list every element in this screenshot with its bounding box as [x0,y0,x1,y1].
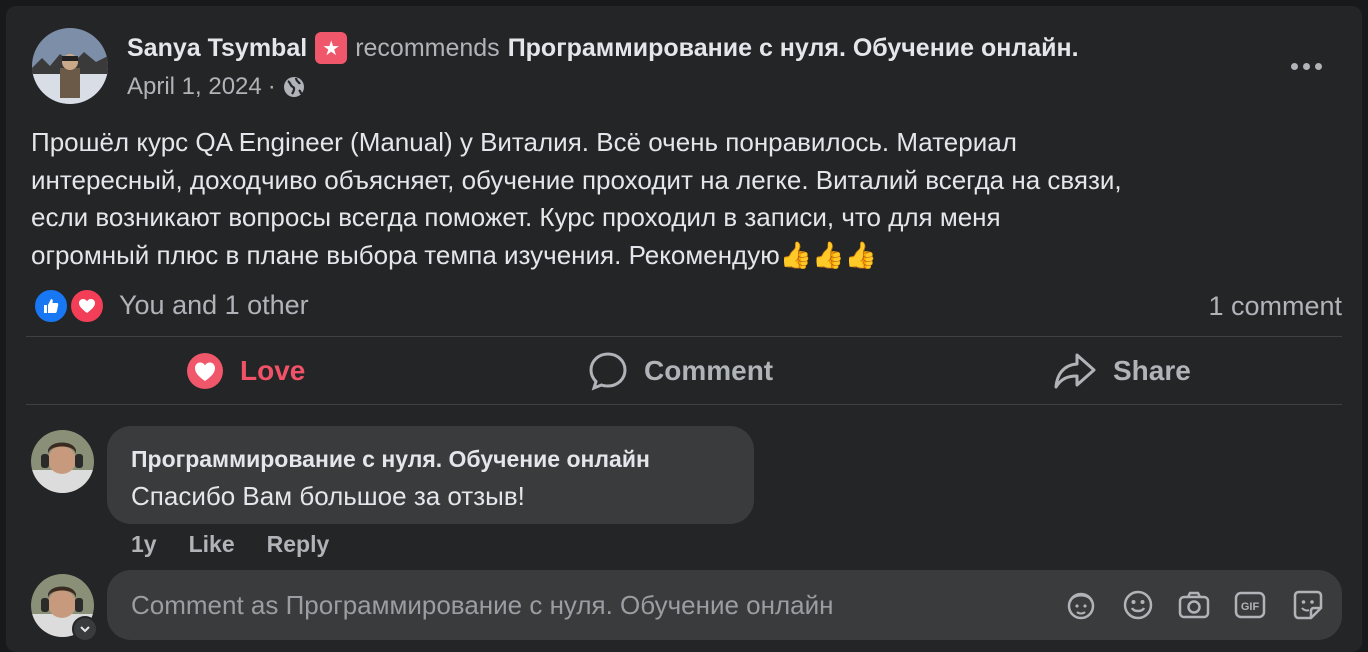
love-icon [69,288,105,324]
comment-composer[interactable]: Comment as Программирование с нуля. Обуч… [107,570,1342,640]
comment-bubble: Программирование с нуля. Обучение онлайн… [107,426,754,524]
post-card: Sanya Tsymbal ★ recommends Программирова… [6,6,1362,652]
svg-text:GIF: GIF [1241,601,1260,613]
divider-top [26,336,1342,337]
comments-count[interactable]: 1 comment [1208,291,1342,322]
like-icon [33,288,69,324]
post-header-line: Sanya Tsymbal ★ recommends Программирова… [127,28,1079,68]
camera-icon[interactable] [1176,587,1212,623]
page-name-link[interactable]: Программирование с нуля. Обучение онлайн… [508,34,1079,63]
love-label: Love [240,355,306,386]
comment-reply-button[interactable]: Reply [267,531,330,558]
author-name[interactable]: Sanya Tsymbal [127,34,307,63]
reaction-icons[interactable] [33,288,113,324]
comment-label: Comment [644,355,774,386]
comment-author[interactable]: Программирование с нуля. Обучение онлайн [131,446,650,473]
comment-text: Спасибо Вам большое за отзыв! [131,481,525,511]
date-separator: · [267,73,276,100]
share-label: Share [1113,355,1191,386]
comment-bubble-icon [588,351,628,391]
reaction-summary[interactable]: You and 1 other [119,290,309,321]
comment-like-button[interactable]: Like [189,531,235,558]
recommend-star-icon: ★ [315,32,348,64]
share-button[interactable]: Share [1053,346,1191,396]
recommends-label: recommends [355,33,500,62]
author-avatar[interactable] [32,28,108,104]
post-meta: April 1, 2024 · [127,70,306,104]
comment-age[interactable]: 1y [131,531,157,558]
emoji-icon[interactable] [1120,587,1156,623]
love-heart-icon [186,352,224,390]
comment-meta: 1y Like Reply [131,528,329,560]
post-date[interactable]: April 1, 2024 [127,73,262,101]
commenter-avatar[interactable] [31,430,94,493]
page-name-suffix: . [1071,33,1079,62]
comment-input[interactable]: Comment as Программирование с нуля. Обуч… [131,590,834,621]
profile-switch-chevron-icon[interactable] [72,616,98,642]
avatar-sticker-icon[interactable] [1063,587,1099,623]
love-button[interactable]: Love [186,346,305,396]
page-name[interactable]: Программирование с нуля. Обучение онлайн [508,34,1072,62]
comment-button[interactable]: Comment [588,346,773,396]
gif-icon[interactable]: GIF [1232,587,1268,623]
post-body: Прошёл курс QA Engineer (Manual) у Витал… [31,127,1122,270]
sticker-icon[interactable] [1290,587,1326,623]
divider-bottom [26,404,1342,405]
more-dots-icon[interactable] [1286,56,1326,76]
globe-icon [282,75,306,99]
share-arrow-icon [1053,351,1097,391]
